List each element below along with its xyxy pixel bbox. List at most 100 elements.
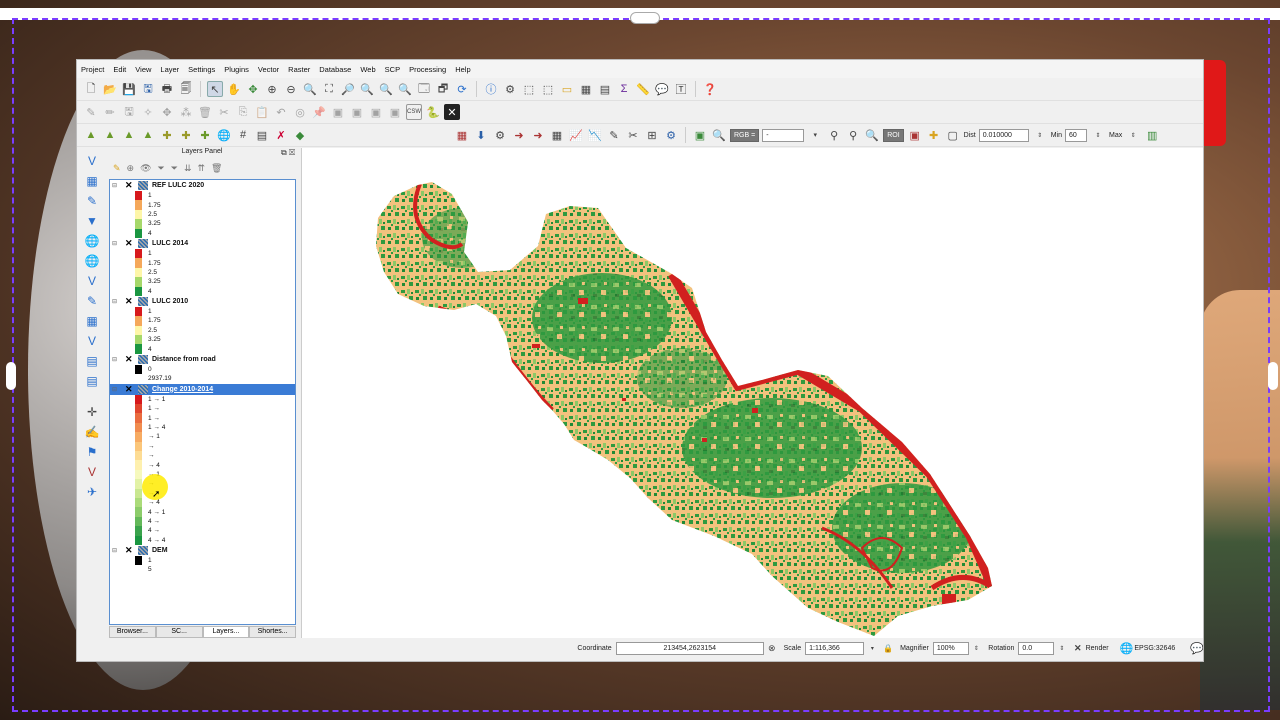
max-spinner-icon[interactable]: ⇕	[1125, 127, 1141, 143]
collapse-icon[interactable]: ⊟	[112, 356, 120, 363]
add-spatialite-layer-icon[interactable]: ✎	[83, 192, 101, 209]
zoom-next-icon[interactable]: 🔍	[397, 81, 413, 97]
roi-polygon-icon[interactable]: ⚲	[845, 127, 861, 143]
zoom-layer-icon[interactable]: 🔍	[359, 81, 375, 97]
gps-tool-icon[interactable]: ✛	[83, 403, 101, 420]
filter-legend-icon[interactable]: ⏷	[158, 163, 165, 174]
scp-scatter-plot-icon[interactable]: 📉	[587, 127, 603, 143]
collapse-icon[interactable]: ⊟	[112, 547, 120, 554]
tab-browser[interactable]: Browser...	[109, 626, 156, 638]
coordinate-toggle-icon[interactable]: ⊗	[764, 640, 780, 656]
layer-change-2010-2014[interactable]: ⊟ ✕ Change 2010-2014	[110, 383, 295, 395]
add-vector-layer-icon[interactable]: V	[83, 152, 101, 169]
crs-label[interactable]: EPSG:32646	[1134, 645, 1175, 652]
menu-project[interactable]: Project	[81, 65, 104, 74]
change-label-icon[interactable]: ▣	[387, 104, 403, 120]
frame-left-handle[interactable]	[6, 362, 16, 390]
add-mssql-icon[interactable]: ✚	[159, 127, 175, 143]
zoom-input-icon[interactable]: ▣	[692, 127, 708, 143]
rotation-field[interactable]: 0.0	[1018, 641, 1055, 655]
select-features-icon[interactable]: ⬚	[521, 81, 537, 97]
layer-ref-lulc-2020[interactable]: ⊟ ✕ REF LULC 2020	[110, 180, 295, 191]
frame-resize-handle[interactable]	[630, 12, 660, 24]
heatmap-icon[interactable]: ⚑	[83, 443, 101, 460]
add-spatialite-icon[interactable]: ▲	[140, 127, 156, 143]
scp-layers-icon[interactable]: ▦	[454, 127, 470, 143]
help-icon[interactable]: ❓	[702, 81, 718, 97]
rgb-zoom-icon[interactable]: 🔍	[711, 127, 727, 143]
new-shapefile-icon[interactable]: ▤	[254, 127, 270, 143]
menu-edit[interactable]: Edit	[113, 65, 126, 74]
rotation-spinner-icon[interactable]: ⇕	[1054, 640, 1070, 656]
layer-dem[interactable]: ⊟ ✕ DEM	[110, 545, 295, 556]
menu-vector[interactable]: Vector	[258, 65, 279, 74]
scp-export-icon[interactable]: ➜	[530, 127, 546, 143]
deselect-icon[interactable]: ▭	[559, 81, 575, 97]
render-checkbox-icon[interactable]: ✕	[1070, 640, 1086, 656]
menu-scp[interactable]: SCP	[385, 65, 400, 74]
zoom-in-icon[interactable]: ⊕	[264, 81, 280, 97]
menu-view[interactable]: View	[135, 65, 151, 74]
layer-distance-from-road[interactable]: ⊟ ✕ Distance from road	[110, 354, 295, 365]
scale-dropdown-icon[interactable]: ▾	[864, 640, 880, 656]
text-annotation-icon[interactable]: 🅃	[673, 81, 689, 97]
layer-visibility-checkbox[interactable]: ✕	[125, 180, 135, 191]
add-db2-layer-icon[interactable]: ▤	[83, 372, 101, 389]
layer-lulc-2010[interactable]: ⊟ ✕ LULC 2010	[110, 296, 295, 307]
measure-icon[interactable]: 📏	[635, 81, 651, 97]
open-project-icon[interactable]: 📂	[102, 81, 118, 97]
scp-classification-icon[interactable]: ✎	[606, 127, 622, 143]
add-mssql-layer-icon[interactable]: ▤	[83, 352, 101, 369]
menu-raster[interactable]: Raster	[288, 65, 310, 74]
menu-help[interactable]: Help	[455, 65, 470, 74]
add-oracle-icon[interactable]: ✚	[178, 127, 194, 143]
zoom-last-icon[interactable]: 🔍	[378, 81, 394, 97]
add-raster-icon[interactable]: ▲	[102, 127, 118, 143]
new-gpx-icon[interactable]: ◆	[292, 127, 308, 143]
add-postgis-layer-icon[interactable]: ▼	[83, 212, 101, 229]
save-as-icon[interactable]: 🖫	[140, 81, 156, 97]
add-delimited-layer-icon[interactable]: ✎	[83, 292, 101, 309]
scp-settings-icon[interactable]: ⚙	[663, 127, 679, 143]
magnifier-spinner-icon[interactable]: ⇕	[969, 640, 985, 656]
collapse-icon[interactable]: ⊟	[112, 182, 120, 189]
add-postgis-icon[interactable]: ▲	[121, 127, 137, 143]
menu-settings[interactable]: Settings	[188, 65, 215, 74]
add-wcs-layer-icon[interactable]: 🌐	[83, 252, 101, 269]
composer-manager-icon[interactable]: 🗐	[178, 81, 194, 97]
refresh-icon[interactable]: ⟳	[454, 81, 470, 97]
collapse-icon[interactable]: ⊟	[112, 298, 120, 305]
identify-icon[interactable]: ⓘ	[483, 81, 499, 97]
scp-download-icon[interactable]: ⬇	[473, 127, 489, 143]
menu-database[interactable]: Database	[319, 65, 351, 74]
add-feature-icon[interactable]: ✧	[140, 104, 156, 120]
field-calculator-icon[interactable]: ▤	[597, 81, 613, 97]
collapse-icon[interactable]: ⊟	[112, 386, 120, 393]
dist-input[interactable]: 0.010000	[978, 128, 1029, 142]
frame-right-handle[interactable]	[1268, 362, 1278, 390]
zoom-full-icon[interactable]: ⛶	[321, 81, 337, 97]
scp-import-icon[interactable]: ➜	[511, 127, 527, 143]
roi-pointer-icon[interactable]: ⚲	[826, 127, 842, 143]
roi-plus-icon[interactable]: ✚	[926, 127, 942, 143]
pan-icon[interactable]: ✋	[226, 81, 242, 97]
zoom-native-icon[interactable]: 🔍	[302, 81, 318, 97]
zoom-out-icon[interactable]: ⊖	[283, 81, 299, 97]
crs-globe-icon[interactable]: 🌐	[1119, 640, 1135, 656]
min-spinner-icon[interactable]: ⇕	[1090, 127, 1106, 143]
current-edits-icon[interactable]: ✎	[83, 104, 99, 120]
panel-float-icon[interactable]: ⧉	[281, 148, 287, 157]
layer-lulc-2014[interactable]: ⊟ ✕ LULC 2014	[110, 238, 295, 249]
filter-expression-icon[interactable]: ⏷	[171, 163, 178, 174]
panel-close-icon[interactable]: ☒	[289, 148, 295, 157]
add-wms-icon[interactable]: 🌐	[216, 127, 232, 143]
toggle-editing-icon[interactable]: ✏	[102, 104, 118, 120]
lock-scale-icon[interactable]: 🔒	[880, 640, 896, 656]
layer-visibility-checkbox[interactable]: ✕	[125, 238, 135, 249]
rotate-label-icon[interactable]: ▣	[368, 104, 384, 120]
map-tips-icon[interactable]: 💬	[654, 81, 670, 97]
remove-layer-icon[interactable]: 🗑	[211, 163, 222, 174]
min-input[interactable]: 60	[1065, 128, 1087, 142]
new-project-icon[interactable]: 🗋	[83, 81, 99, 97]
paste-features-icon[interactable]: 📋	[254, 104, 270, 120]
